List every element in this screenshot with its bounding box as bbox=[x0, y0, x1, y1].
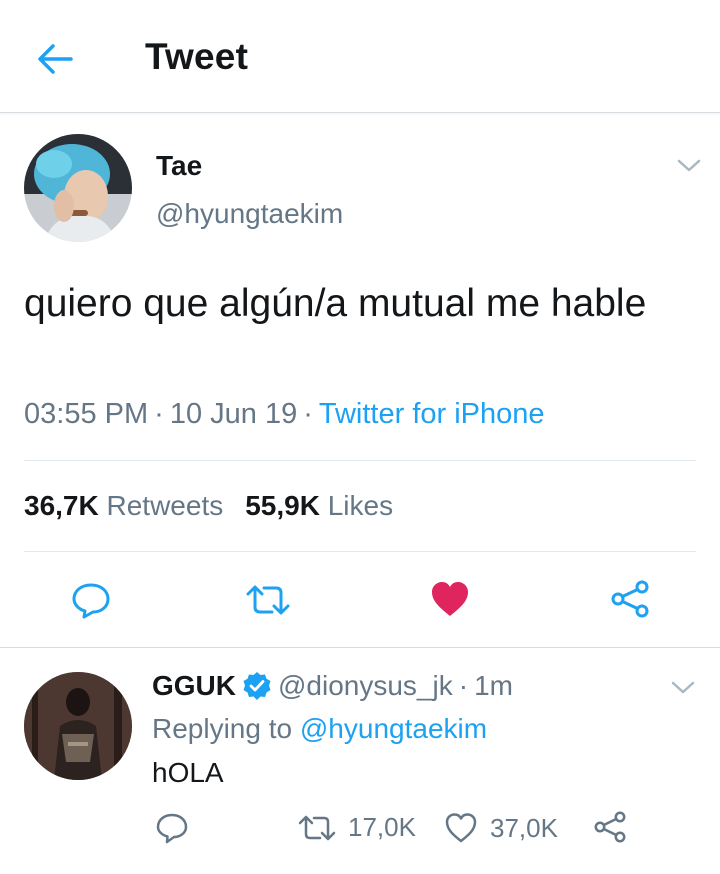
profile-photo-image bbox=[24, 134, 132, 242]
reply-likes-count: 37,0K bbox=[490, 812, 558, 843]
reply-button[interactable] bbox=[70, 581, 112, 619]
reply-like-button[interactable]: 37,0K bbox=[444, 812, 558, 844]
tweet-metadata: 03:55 PM · 10 Jun 19 · Twitter for iPhone bbox=[24, 398, 545, 431]
replying-to-label: Replying to bbox=[152, 713, 293, 744]
author-handle[interactable]: @hyungtaekim bbox=[156, 198, 343, 230]
chevron-down-icon bbox=[671, 681, 695, 694]
tweet-stats: 36,7K Retweets 55,9K Likes bbox=[24, 490, 393, 522]
separator: · bbox=[303, 398, 313, 430]
divider bbox=[0, 647, 720, 648]
verified-badge-icon bbox=[243, 672, 271, 700]
likes-count: 55,9K bbox=[245, 490, 320, 521]
arrow-left-icon bbox=[38, 44, 73, 74]
replying-to: Replying to @hyungtaekim bbox=[152, 713, 487, 745]
tweet-source-link[interactable]: Twitter for iPhone bbox=[319, 398, 545, 430]
retweets-count: 36,7K bbox=[24, 490, 99, 521]
reply-retweet-button[interactable]: 17,0K bbox=[298, 812, 416, 843]
page-title: Tweet bbox=[145, 36, 249, 77]
reply-icon bbox=[156, 813, 188, 844]
reply-icon bbox=[72, 583, 110, 619]
heart-filled-icon bbox=[432, 582, 468, 616]
reply-text: hOLA bbox=[152, 757, 224, 788]
share-icon bbox=[594, 811, 626, 843]
tweet-text: quiero que algún/a mutual me hable bbox=[24, 282, 647, 325]
retweet-button[interactable] bbox=[245, 583, 291, 617]
tweet-options-button[interactable] bbox=[674, 156, 704, 176]
retweets-label: Retweets bbox=[106, 490, 224, 521]
avatar[interactable] bbox=[24, 672, 132, 780]
avatar[interactable] bbox=[24, 134, 132, 242]
tweet-time: 03:55 PM bbox=[24, 398, 149, 430]
reply-timestamp: 1m bbox=[474, 670, 513, 701]
reply-header: GGUK @dionysus_jk · 1m bbox=[152, 670, 513, 702]
divider bbox=[24, 551, 696, 552]
tweet-date: 10 Jun 19 bbox=[169, 398, 298, 430]
reply-author-handle[interactable]: @dionysus_jk bbox=[278, 670, 453, 702]
likes-stat[interactable]: 55,9K Likes bbox=[245, 490, 393, 521]
share-button[interactable] bbox=[609, 579, 651, 619]
divider bbox=[24, 460, 696, 461]
reply-share-button[interactable] bbox=[593, 810, 627, 844]
top-bar: Tweet bbox=[0, 0, 720, 113]
retweet-icon bbox=[298, 815, 336, 840]
author-name[interactable]: Tae bbox=[156, 150, 202, 182]
reply-author-name[interactable]: GGUK bbox=[152, 670, 236, 702]
likes-label: Likes bbox=[327, 490, 394, 521]
reply-reply-button[interactable] bbox=[155, 812, 189, 844]
profile-photo-image bbox=[24, 672, 132, 780]
retweet-icon bbox=[246, 585, 290, 615]
replying-to-mention-link[interactable]: @hyungtaekim bbox=[300, 713, 487, 744]
reply-retweets-count: 17,0K bbox=[348, 812, 416, 842]
like-button[interactable] bbox=[429, 580, 471, 618]
reply-options-button[interactable] bbox=[668, 678, 698, 698]
share-icon bbox=[611, 580, 649, 618]
heart-outline-icon bbox=[445, 813, 477, 843]
separator: · bbox=[154, 398, 164, 430]
back-button[interactable] bbox=[34, 38, 76, 80]
chevron-down-icon bbox=[677, 159, 701, 172]
separator: · bbox=[458, 670, 469, 701]
retweets-stat[interactable]: 36,7K Retweets bbox=[24, 490, 223, 521]
tweet-detail-screen: Tweet Tae @hyungtaekim quiero que algún/… bbox=[0, 0, 720, 874]
